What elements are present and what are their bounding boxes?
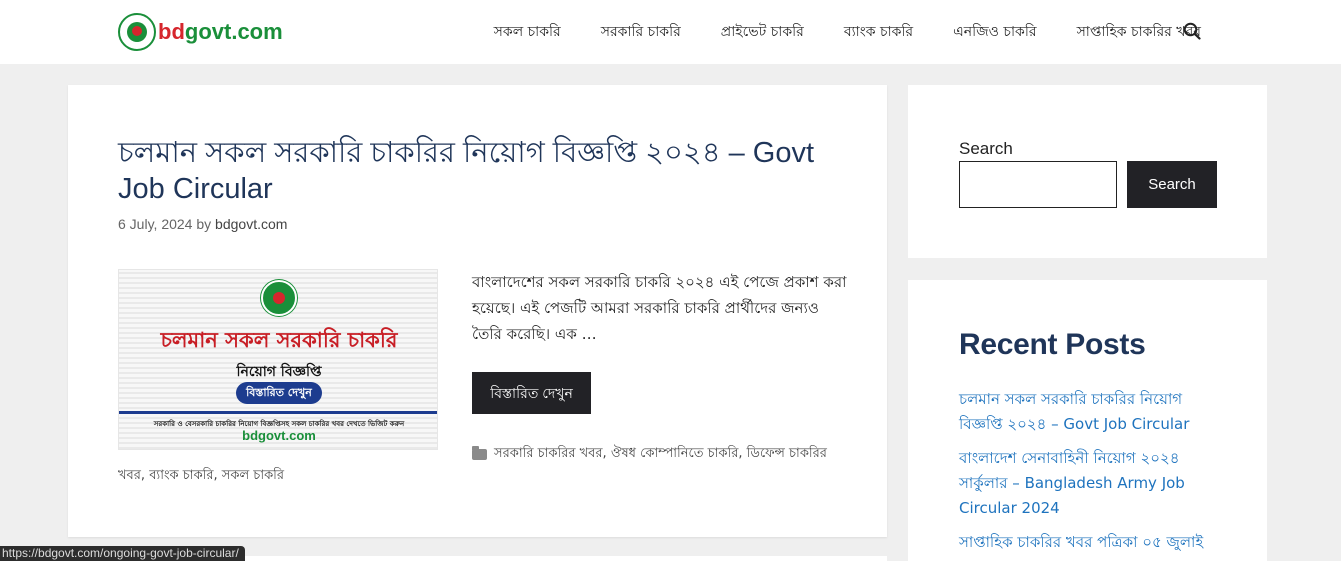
search-icon[interactable] (1183, 22, 1201, 40)
categories-line-1[interactable]: সরকারি চাকরির খবর, ঔষধ কোম্পানিতে চাকরি,… (494, 444, 827, 465)
bangladesh-emblem-icon (118, 13, 156, 51)
thumbnail-domain: bdgovt.com (242, 428, 316, 443)
recent-post-link[interactable]: চলমান সকল সরকারি চাকরির নিয়োগ বিজ্ঞপ্তি… (959, 387, 1229, 437)
link-status-bar: https://bdgovt.com/ongoing-govt-job-circ… (0, 546, 245, 561)
folder-icon (472, 446, 487, 460)
bangladesh-emblem-icon (261, 280, 297, 316)
post-meta: 6 July, 2024 by bdgovt.com (118, 216, 287, 232)
recent-posts-title: Recent Posts (959, 328, 1146, 361)
search-label: Search (959, 139, 1013, 158)
post-categories: সরকারি চাকরির খবর, ঔষধ কোম্পানিতে চাকরি,… (472, 444, 827, 465)
post-title[interactable]: চলমান সকল সরকারি চাকরির নিয়োগ বিজ্ঞপ্তি… (118, 135, 848, 207)
recent-posts-widget: Recent Posts চলমান সকল সরকারি চাকরির নিয… (908, 280, 1267, 561)
post-by: by (196, 216, 212, 232)
recent-post-link[interactable]: বাংলাদেশ সেনাবাহিনী নিয়োগ ২০২৪ সার্কুলা… (959, 446, 1229, 521)
nav-item-govt-jobs[interactable]: সরকারি চাকরি (601, 20, 681, 44)
search-input[interactable] (959, 161, 1117, 208)
post-thumbnail[interactable]: চলমান সকল সরকারি চাকরি নিয়োগ বিজ্ঞপ্তি … (118, 269, 438, 450)
recent-post-link[interactable]: সাপ্তাহিক চাকরির খবর পত্রিকা ০৫ জুলাই (959, 530, 1229, 555)
post-date[interactable]: 6 July, 2024 (118, 216, 192, 232)
main-nav: সকল চাকরি সরকারি চাকরি প্রাইভেট চাকরি ব্… (454, 0, 1201, 64)
read-more-button[interactable]: বিস্তারিত দেখুন (472, 372, 591, 414)
nav-item-bank-jobs[interactable]: ব্যাংক চাকরি (844, 20, 913, 44)
thumbnail-title: চলমান সকল সরকারি চাকরি (160, 328, 398, 352)
post-excerpt: বাংলাদেশের সকল সরকারি চাকরি ২০২৪ এই পেজে… (472, 273, 847, 343)
search-widget: Search Search (908, 85, 1267, 258)
categories-line-2[interactable]: খবর, ব্যাংক চাকরি, সকল চাকরি (118, 466, 284, 487)
recent-posts-list: চলমান সকল সরকারি চাকরির নিয়োগ বিজ্ঞপ্তি… (959, 387, 1229, 561)
thumbnail-subtitle: নিয়োগ বিজ্ঞপ্তি (236, 364, 322, 380)
site-header: bdgovt.com সকল চাকরি সরকারি চাকরি প্রাইভ… (0, 0, 1341, 64)
site-logo[interactable]: bdgovt.com (118, 12, 283, 52)
thumbnail-divider (119, 411, 437, 414)
search-button[interactable]: Search (1127, 161, 1217, 208)
nav-item-all-jobs[interactable]: সকল চাকরি (494, 20, 561, 44)
logo-text: bdgovt.com (158, 19, 283, 44)
nav-item-ngo-jobs[interactable]: এনজিও চাকরি (953, 20, 1036, 44)
post-author[interactable]: bdgovt.com (215, 216, 287, 232)
nav-item-private-jobs[interactable]: প্রাইভেট চাকরি (721, 20, 804, 44)
thumbnail-badge: বিস্তারিত দেখুন (236, 382, 322, 404)
post-card: চলমান সকল সরকারি চাকরির নিয়োগ বিজ্ঞপ্তি… (68, 85, 887, 537)
